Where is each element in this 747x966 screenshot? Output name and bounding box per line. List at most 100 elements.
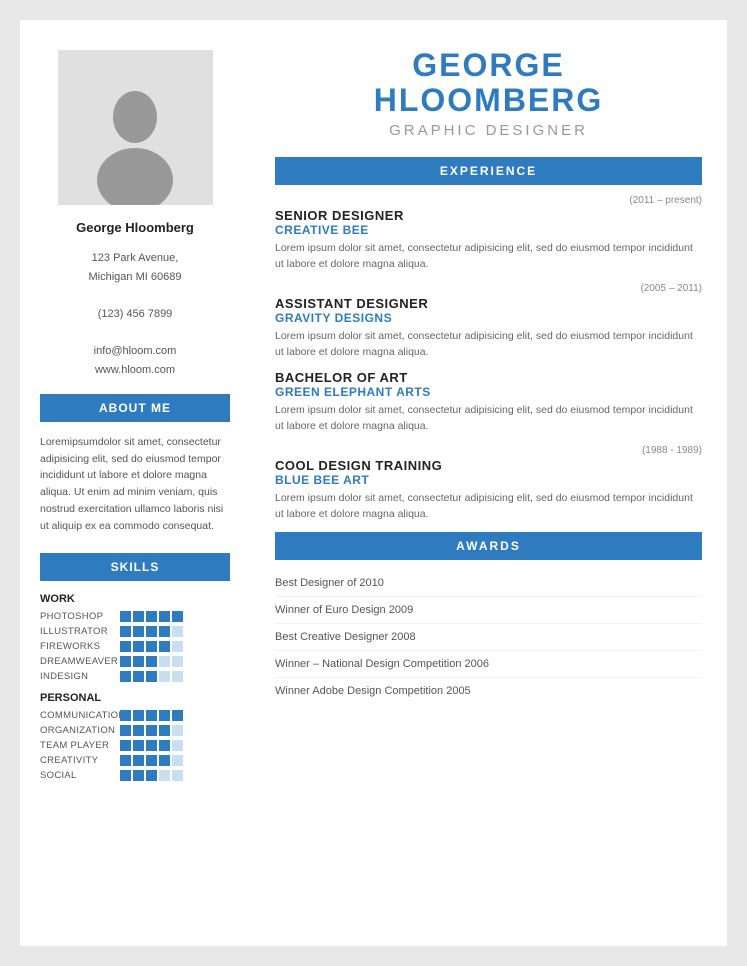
skill-label: PHOTOSHOP — [40, 611, 120, 622]
skill-bars — [120, 611, 183, 622]
bar-filled — [159, 611, 170, 622]
address-line2: Michigan MI 60689 — [40, 268, 230, 287]
bar-empty — [172, 725, 183, 736]
award-item: Winner – National Design Competition 200… — [275, 651, 702, 678]
bar-filled — [159, 641, 170, 652]
bar-empty — [172, 641, 183, 652]
jobs-list: (2011 – present)SENIOR DESIGNERCREATIVE … — [275, 195, 702, 522]
bar-filled — [133, 671, 144, 682]
skill-row: CREATIVITY — [40, 755, 230, 766]
skill-row: TEAM PLAYER — [40, 740, 230, 751]
first-name: GEORGE — [275, 48, 702, 83]
about-me-header: ABOUT ME — [40, 394, 230, 422]
resume-container: George Hloomberg 123 Park Avenue, Michig… — [20, 20, 727, 946]
job-entry: (1988 - 1989) COOL DESIGN TRAININGBLUE BE… — [275, 445, 702, 523]
bar-filled — [133, 626, 144, 637]
award-item: Winner of Euro Design 2009 — [275, 597, 702, 624]
bar-empty — [159, 671, 170, 682]
skill-label: DREAMWEAVER — [40, 656, 120, 667]
bar-filled — [133, 755, 144, 766]
bar-filled — [120, 710, 131, 721]
bar-filled — [133, 770, 144, 781]
left-column: George Hloomberg 123 Park Avenue, Michig… — [20, 20, 250, 946]
bar-filled — [133, 740, 144, 751]
bar-empty — [172, 770, 183, 781]
bar-filled — [146, 671, 157, 682]
exp-desc: Lorem ipsum dolor sit amet, consectetur … — [275, 241, 702, 273]
bar-filled — [172, 710, 183, 721]
skill-bars — [120, 641, 183, 652]
bar-filled — [133, 710, 144, 721]
award-item: Best Creative Designer 2008 — [275, 624, 702, 651]
bar-filled — [159, 725, 170, 736]
skill-bars — [120, 755, 183, 766]
bar-filled — [146, 770, 157, 781]
exp-desc: Lorem ipsum dolor sit amet, consectetur … — [275, 329, 702, 361]
work-skills-list: PHOTOSHOP ILLUSTRATOR FIREWORKS DREAMWEAVER… — [40, 611, 230, 682]
skill-label: FIREWORKS — [40, 641, 120, 652]
bar-filled — [146, 641, 157, 652]
job-entry: (2005 – 2011)ASSISTANT DESIGNERGRAVITY D… — [275, 283, 702, 361]
exp-company: GRAVITY DESIGNS — [275, 311, 702, 325]
exp-job-title: SENIOR DESIGNER — [275, 208, 702, 223]
bar-filled — [133, 725, 144, 736]
work-skills-section: WORK PHOTOSHOPILLUSTRATORFIREWORKSDREAMW… — [40, 593, 230, 682]
website: www.hloom.com — [40, 361, 230, 380]
bar-filled — [120, 671, 131, 682]
skill-bars — [120, 725, 183, 736]
skill-row: INDESIGN — [40, 671, 230, 682]
bar-filled — [159, 626, 170, 637]
exp-job-title: COOL DESIGN TRAINING — [275, 458, 702, 473]
bar-filled — [146, 740, 157, 751]
bar-filled — [146, 656, 157, 667]
contact-info: 123 Park Avenue, Michigan MI 60689 (123)… — [40, 249, 230, 380]
bar-empty — [172, 626, 183, 637]
skill-row: DREAMWEAVER — [40, 656, 230, 667]
bar-filled — [146, 755, 157, 766]
bar-empty — [172, 656, 183, 667]
bar-filled — [146, 611, 157, 622]
contact-name: George Hloomberg — [40, 220, 230, 235]
skill-row: SOCIAL — [40, 770, 230, 781]
skill-bars — [120, 671, 183, 682]
skill-row: ORGANIZATION — [40, 725, 230, 736]
job-entry: (2011 – present)SENIOR DESIGNERCREATIVE … — [275, 195, 702, 273]
last-name: HLOOMBERG — [275, 83, 702, 118]
bar-filled — [120, 611, 131, 622]
bar-filled — [159, 740, 170, 751]
personal-skills-title: PERSONAL — [40, 692, 230, 704]
name-block: GEORGE HLOOMBERG GRAPHIC DESIGNER — [275, 48, 702, 139]
bar-filled — [133, 656, 144, 667]
bar-filled — [159, 755, 170, 766]
exp-company: CREATIVE BEE — [275, 223, 702, 237]
skill-row: FIREWORKS — [40, 641, 230, 652]
bar-filled — [120, 626, 131, 637]
skill-bars — [120, 770, 183, 781]
skill-label: ORGANIZATION — [40, 725, 120, 736]
experience-header: EXPERIENCE — [275, 157, 702, 185]
award-item: Best Designer of 2010 — [275, 570, 702, 597]
bar-filled — [133, 641, 144, 652]
bar-filled — [159, 710, 170, 721]
skill-bars — [120, 626, 183, 637]
job-title: GRAPHIC DESIGNER — [275, 122, 702, 139]
awards-list: Best Designer of 2010Winner of Euro Desi… — [275, 570, 702, 704]
bar-empty — [172, 671, 183, 682]
personal-skills-list: COMMUNICATIONORGANIZATIONTEAM PLAYERCREA… — [40, 710, 230, 781]
bar-filled — [146, 725, 157, 736]
avatar — [58, 50, 213, 205]
skill-row: ILLUSTRATOR — [40, 626, 230, 637]
exp-desc: Lorem ipsum dolor sit amet, consectetur … — [275, 403, 702, 435]
skill-row: PHOTOSHOP — [40, 611, 230, 622]
exp-company: BLUE BEE ART — [275, 473, 702, 487]
award-item: Winner Adobe Design Competition 2005 — [275, 678, 702, 704]
personal-skills-section: PERSONAL COMMUNICATIONORGANIZATIONTEAM P… — [40, 692, 230, 781]
bar-filled — [120, 770, 131, 781]
skill-bars — [120, 740, 183, 751]
phone: (123) 456 7899 — [40, 305, 230, 324]
skill-label: CREATIVITY — [40, 755, 120, 766]
skill-label: SOCIAL — [40, 770, 120, 781]
bar-filled — [146, 626, 157, 637]
bar-empty — [172, 755, 183, 766]
exp-date: (1988 - 1989) — [275, 445, 702, 456]
